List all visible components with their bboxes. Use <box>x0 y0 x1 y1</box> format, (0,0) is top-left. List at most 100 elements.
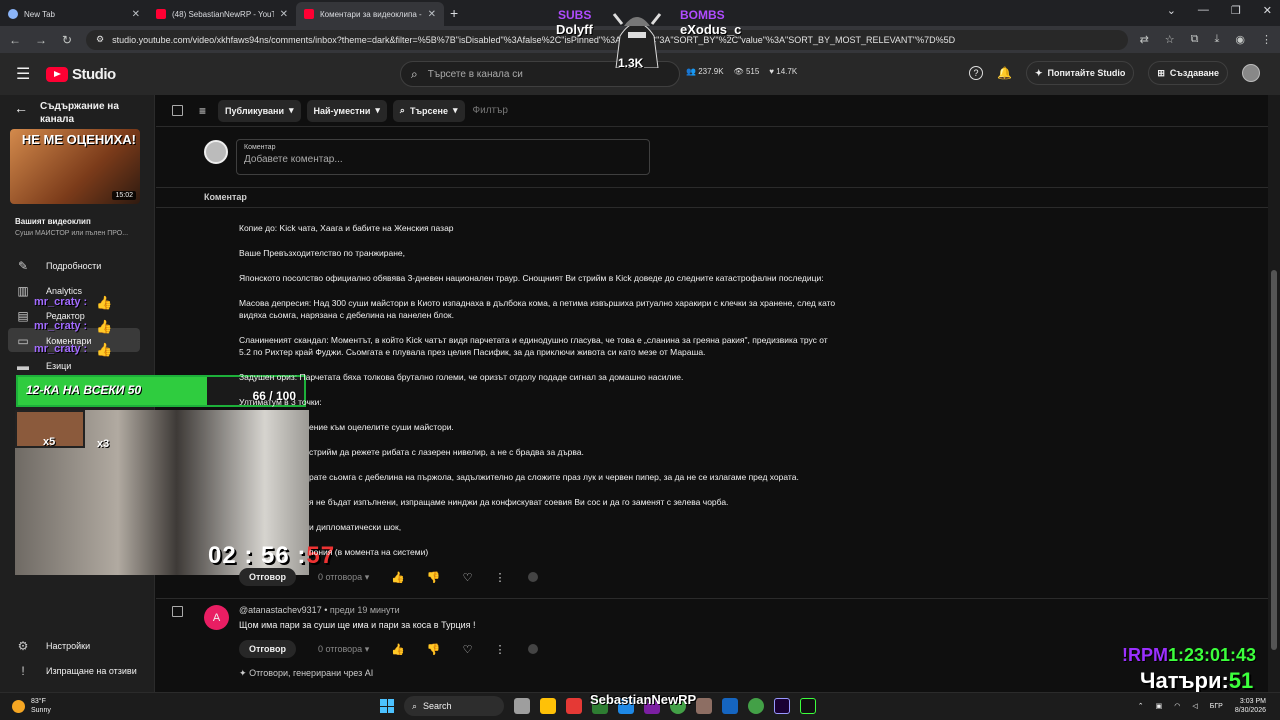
site-info-icon[interactable]: ⚙ <box>96 34 104 45</box>
like-icon[interactable]: 👍 <box>391 643 405 656</box>
wifi-icon[interactable]: ◠ <box>1174 702 1180 710</box>
tray-app-icon[interactable]: ▣ <box>1156 702 1163 710</box>
heart-icon[interactable]: ♡ <box>463 643 473 656</box>
sparkle-icon: ✦ <box>1034 67 1043 78</box>
close-icon[interactable]: ✕ <box>132 9 140 20</box>
browser-tab-comments[interactable]: Коментари за видеоклипа - YouTube ✕ <box>296 2 444 26</box>
chip-label: Публикувани <box>225 105 284 116</box>
arrow-left-icon: ← <box>14 100 28 116</box>
taskbar-search[interactable]: ⌕ Search <box>404 696 504 716</box>
stat-value: 14.7K <box>776 67 798 76</box>
account-avatar[interactable] <box>1242 64 1260 82</box>
bookmark-star-icon[interactable]: ☆ <box>1165 33 1175 46</box>
replies-toggle[interactable]: 0 отговора ▾ <box>318 572 369 583</box>
more-options-icon[interactable]: ⋮ <box>495 571 506 584</box>
more-options-icon[interactable]: ⋮ <box>495 643 506 656</box>
windows-start-icon[interactable] <box>380 699 394 713</box>
menu-dots-icon[interactable]: ⋮ <box>1261 33 1272 46</box>
comment-author-row: @atanastachev9317 • преди 19 минути <box>239 605 400 615</box>
comment-checkbox[interactable] <box>172 606 183 617</box>
browser-tab-youtube[interactable]: (48) SebastianNewRP - YouTube ✕ <box>148 2 296 26</box>
translate-icon[interactable]: ⇄ <box>1140 33 1149 46</box>
extensions-icon[interactable]: ⧉ <box>1191 33 1199 46</box>
add-comment-field[interactable]: Коментар Добавете коментар... <box>236 139 650 175</box>
comments-icon: ▭ <box>17 334 29 348</box>
browser-extensions: ⇄ ☆ ⧉ ⤓ ◉ ⋮ <box>1140 33 1272 46</box>
tray-chevron-icon[interactable]: ⌃ <box>1138 702 1144 710</box>
published-chip[interactable]: Публикувани ▾ <box>218 99 301 122</box>
heart-icon[interactable]: ♡ <box>463 571 473 584</box>
clock[interactable]: 3:03 PM 8/30/2026 <box>1235 697 1266 715</box>
app-icon[interactable] <box>696 698 712 714</box>
sidebar-item-feedback[interactable]: ! Изпращане на отзиви <box>16 664 137 678</box>
comment-time: преди 19 минути <box>329 605 400 615</box>
weather-widget[interactable]: 83°F Sunny <box>12 697 51 715</box>
dislike-icon[interactable]: 👎 <box>427 571 441 584</box>
minimize-button[interactable]: — <box>1198 4 1209 17</box>
thumbnail-duration: 15:02 <box>112 191 136 200</box>
back-to-content[interactable]: ← Съдържание на канала <box>14 100 130 126</box>
filter-input[interactable]: Филтър <box>473 105 508 116</box>
task-view-icon[interactable] <box>514 698 530 714</box>
stat-views: 👁 515 <box>733 67 760 76</box>
forward-icon[interactable]: → <box>34 33 48 47</box>
create-button[interactable]: ⊞ Създаване <box>1148 61 1228 85</box>
hamburger-menu-icon[interactable]: ☰ <box>16 64 32 84</box>
channel-stats: 👥 237.9K 👁 515 ♥ 14.7K <box>686 67 797 76</box>
most-relevant-chip[interactable]: Най-уместни ▾ <box>306 99 387 122</box>
profile-icon[interactable]: ◉ <box>1235 33 1245 46</box>
reload-icon[interactable]: ↻ <box>60 33 74 47</box>
comment-line: Ваше Превъзходителство по транжиране, <box>239 248 405 258</box>
notifications-bell-icon[interactable]: 🔔 <box>997 66 1012 80</box>
chevron-down-icon[interactable]: ⌄ <box>1167 4 1176 17</box>
filter-lines-icon[interactable]: ≡ <box>199 104 206 118</box>
comment-line: стрийм да режете рибата с лазерен нивели… <box>309 447 584 457</box>
window-controls: ⌄ — ❐ ✕ <box>1167 4 1272 17</box>
sidebar-item-details[interactable]: ✎ Подробности <box>16 259 101 273</box>
volume-icon[interactable]: ◁ <box>1192 702 1197 710</box>
search-chip[interactable]: ⌕ Търсене ▾ <box>392 99 465 122</box>
multiplier-badge: x3 <box>97 438 110 450</box>
page-scrollbar[interactable] <box>1268 95 1280 692</box>
scrollbar-thumb[interactable] <box>1271 270 1277 650</box>
replies-toggle[interactable]: 0 отговора ▾ <box>318 644 369 655</box>
language-indicator[interactable]: БГР <box>1210 703 1223 710</box>
search-icon: ⌕ <box>399 105 405 115</box>
back-icon[interactable]: ← <box>8 33 22 47</box>
chip-label: Най-уместни <box>313 105 371 116</box>
video-thumbnail[interactable]: НЕ МЕ ОЦЕНИХА! 15:02 <box>10 129 140 204</box>
ask-studio-button[interactable]: ✦ Попитайте Studio <box>1025 61 1135 85</box>
studio-logo[interactable]: Studio <box>46 66 116 83</box>
chrome-icon[interactable] <box>748 698 764 714</box>
sidebar-item-languages[interactable]: ▬ Езици <box>16 359 71 373</box>
header-actions: ? 🔔 ✦ Попитайте Studio ⊞ Създаване <box>969 61 1260 85</box>
app-icon[interactable] <box>722 698 738 714</box>
browser-tab-newtab[interactable]: New Tab ✕ <box>0 2 148 26</box>
new-tab-button[interactable]: + <box>450 5 458 21</box>
tab-title: Коментари за видеоклипа - YouTube <box>320 9 422 19</box>
sidebar-item-settings[interactable]: ⚙ Настройки <box>16 639 91 653</box>
video-label: Вашият видеоклип <box>15 217 91 226</box>
section-label: Коментар <box>204 192 247 202</box>
youtube-app-icon[interactable] <box>566 698 582 714</box>
close-icon[interactable]: ✕ <box>280 9 288 20</box>
video-title[interactable]: Суши МАЙСТОР или пълен ПРО... <box>15 230 140 237</box>
stat-value: 515 <box>745 67 760 76</box>
kick-app-icon[interactable] <box>800 698 816 714</box>
close-window-button[interactable]: ✕ <box>1263 4 1272 17</box>
like-icon[interactable]: 👍 <box>391 571 405 584</box>
premiere-icon[interactable] <box>774 698 790 714</box>
help-icon[interactable]: ? <box>969 66 984 80</box>
close-icon[interactable]: ✕ <box>428 9 436 20</box>
file-explorer-icon[interactable] <box>540 698 556 714</box>
commenter-avatar[interactable]: A <box>204 605 229 630</box>
comment-author[interactable]: @atanastachev9317 <box>239 605 322 615</box>
select-all-checkbox[interactable] <box>172 105 183 116</box>
sidebar-item-label: Изпращане на отзиви <box>46 666 137 676</box>
download-icon[interactable]: ⤓ <box>1215 33 1220 46</box>
reply-button[interactable]: Отговор <box>239 568 296 586</box>
dislike-icon[interactable]: 👎 <box>427 643 441 656</box>
maximize-button[interactable]: ❐ <box>1231 4 1241 17</box>
reply-button[interactable]: Отговор <box>239 640 296 658</box>
subtitles-icon: ▬ <box>17 359 29 373</box>
